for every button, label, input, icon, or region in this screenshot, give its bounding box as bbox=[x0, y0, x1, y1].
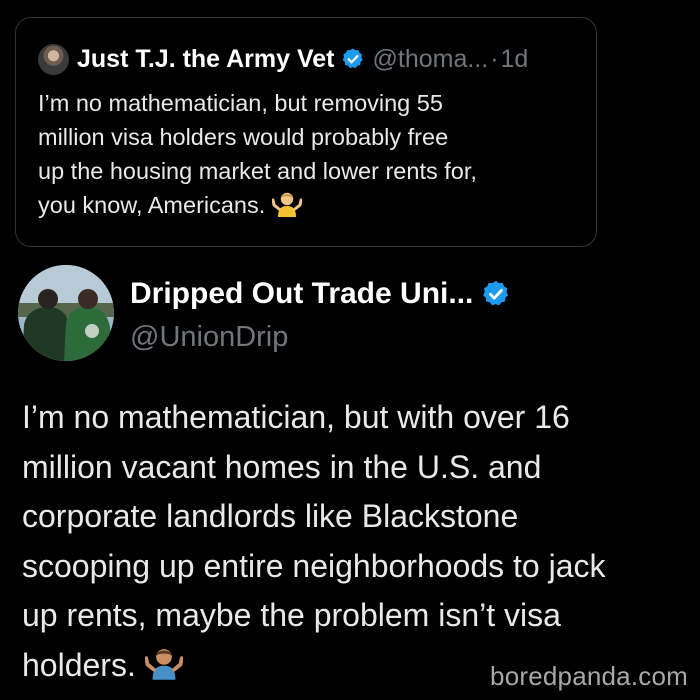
quoted-author-name[interactable]: Just T.J. the Army Vet bbox=[77, 45, 335, 74]
main-author-handle[interactable]: @UnionDrip bbox=[130, 319, 511, 355]
quoted-tweet-timestamp[interactable]: 1d bbox=[501, 45, 529, 74]
quoted-tweet-text: I’m no mathematician, but removing 55 mi… bbox=[38, 90, 477, 218]
person-shrugging-emoji bbox=[271, 192, 302, 217]
quoted-tweet-body: I’m no mathematician, but removing 55 mi… bbox=[38, 86, 578, 222]
avatar-photo bbox=[18, 265, 114, 361]
dot-separator: · bbox=[490, 44, 499, 73]
quoted-tweet-card[interactable]: Just T.J. the Army Vet @thoma... · 1d I’… bbox=[15, 17, 597, 247]
source-watermark: boredpanda.com bbox=[490, 661, 688, 691]
main-tweet-body: I’m no mathematician, but with over 16 m… bbox=[22, 393, 692, 690]
verified-badge-icon bbox=[342, 48, 363, 69]
main-tweet-header: Dripped Out Trade Uni... @UnionDrip bbox=[130, 273, 511, 355]
quoted-tweet-header: Just T.J. the Army Vet @thoma... · 1d bbox=[38, 42, 528, 76]
person-shrugging-emoji bbox=[144, 648, 183, 680]
verified-badge-icon bbox=[483, 280, 509, 306]
main-author-name-row: Dripped Out Trade Uni... bbox=[130, 273, 511, 315]
quoted-author-avatar[interactable] bbox=[38, 43, 69, 75]
main-author-avatar[interactable] bbox=[18, 265, 114, 361]
main-author-name[interactable]: Dripped Out Trade Uni... bbox=[130, 277, 473, 311]
quoted-author-handle[interactable]: @thoma... bbox=[373, 45, 489, 74]
main-tweet-text: I’m no mathematician, but with over 16 m… bbox=[22, 399, 606, 683]
